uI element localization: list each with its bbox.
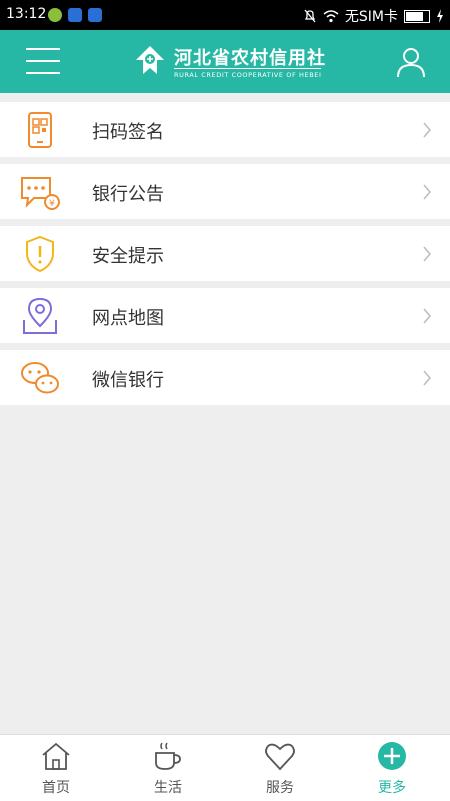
menu-item-scan-sign[interactable]: 扫码签名 [0,102,450,157]
tab-label: 服务 [266,780,294,796]
menu-list: 扫码签名 ¥ 银行公告 安全提示 网点地图 微信银行 [0,102,450,412]
tab-more[interactable]: 更多 [336,735,448,801]
svg-text:¥: ¥ [49,199,55,209]
menu-item-label: 扫码签名 [92,122,164,143]
home-icon [42,742,70,770]
menu-item-label: 微信银行 [92,370,164,391]
usb-notification-icon [88,8,102,22]
app-notification-icon [48,8,62,22]
menu-item-wechat-bank[interactable]: 微信银行 [0,350,450,405]
chevron-right-icon [423,370,431,386]
chevron-right-icon [423,308,431,324]
logo-mark-icon [136,46,164,74]
brand-logo: 河北省农村信用社 RURAL CREDIT COOPERATIVE OF HEB… [130,42,330,82]
alarm-notification-icon [68,8,82,22]
menu-item-label: 安全提示 [92,246,164,267]
menu-item-label: 银行公告 [92,184,164,205]
logo-text-en: RURAL CREDIT COOPERATIVE OF HEBEI [174,68,322,79]
app-header: 河北省农村信用社 RURAL CREDIT COOPERATIVE OF HEB… [0,30,450,93]
map-pin-icon [23,297,57,334]
bottom-tab-bar: 首页 生活 服务 更多 [0,734,450,801]
plus-icon [378,742,406,770]
tab-home[interactable]: 首页 [0,735,112,801]
wifi-icon [323,10,339,23]
carrier-text: 无SIM卡 [344,9,398,25]
logo-text-cn: 河北省农村信用社 [174,48,326,69]
status-right-icons: 无SIM卡 [303,6,444,26]
battery-icon [404,9,430,23]
chevron-right-icon [423,184,431,200]
status-time: 13:12 [6,6,47,22]
heart-icon [265,743,295,771]
chevron-right-icon [423,246,431,262]
coffee-icon [155,742,181,770]
user-icon[interactable] [396,46,426,78]
tab-label: 首页 [42,780,70,796]
menu-button[interactable] [26,48,60,76]
menu-item-bank-notice[interactable]: ¥ 银行公告 [0,164,450,219]
shield-warning-icon [26,235,54,273]
menu-item-security-tips[interactable]: 安全提示 [0,226,450,281]
charging-icon [437,9,443,23]
menu-item-branch-map[interactable]: 网点地图 [0,288,450,343]
tab-label: 更多 [378,780,406,796]
chevron-right-icon [423,122,431,138]
status-notification-icons [48,8,102,22]
tab-label: 生活 [154,780,182,796]
wechat-icon [21,362,59,394]
announcement-icon: ¥ [21,177,60,210]
status-bar: 13:12 无SIM卡 [0,0,450,30]
tab-service[interactable]: 服务 [224,735,336,801]
tab-life[interactable]: 生活 [112,735,224,801]
qr-phone-icon [28,112,52,148]
mute-icon [304,9,316,23]
menu-item-label: 网点地图 [92,308,164,329]
